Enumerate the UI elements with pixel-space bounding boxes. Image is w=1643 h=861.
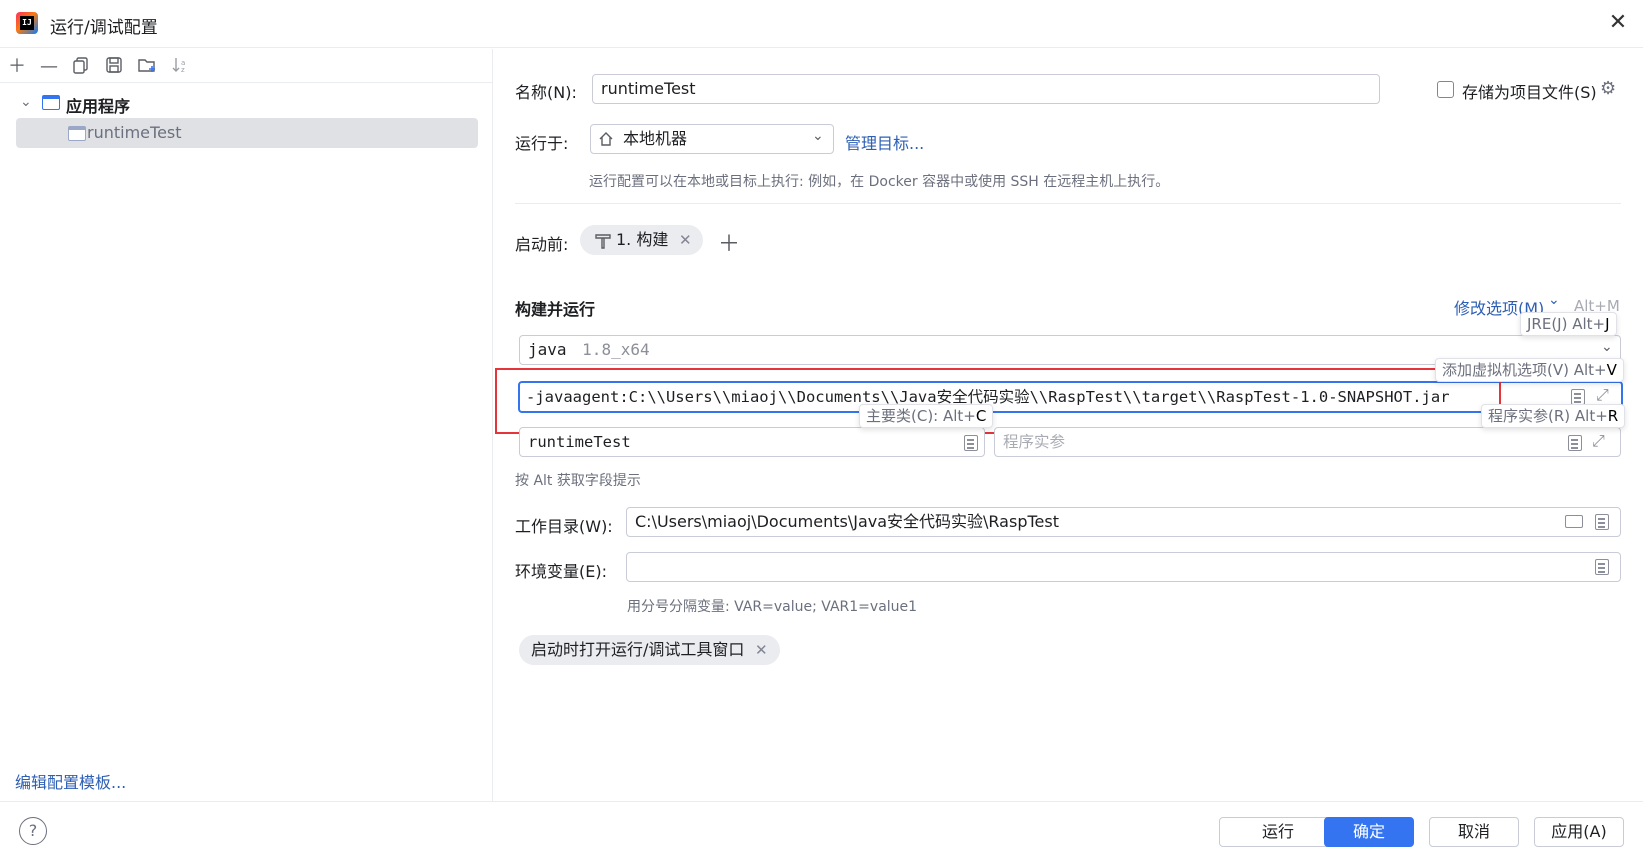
remove-option-icon[interactable]: ✕ (755, 641, 768, 659)
sort-icon[interactable]: az (169, 56, 191, 78)
section-divider (515, 203, 1621, 204)
vm-hint-text: 添加虚拟机选项(V) Alt+ (1442, 361, 1607, 379)
jre-name: java (528, 340, 567, 359)
store-as-file-label: 存储为项目文件(S) (1462, 83, 1597, 102)
main-class-field-hint: 主要类(C): Alt+C (859, 404, 994, 428)
gear-icon[interactable]: ⚙ (1600, 78, 1616, 99)
main-class-hint-key: C (975, 407, 987, 425)
document-icon[interactable] (964, 435, 978, 451)
help-icon[interactable]: ? (19, 817, 47, 845)
program-args-field-hint: 程序实参(R) Alt+R (1481, 404, 1626, 428)
add-icon[interactable]: ＋ (6, 56, 28, 78)
working-dir-input[interactable]: C:\Users\miaoj\Documents\Java安全代码实验\Rasp… (626, 507, 1621, 537)
remove-icon[interactable]: — (38, 56, 60, 78)
intellij-app-icon: IJ (16, 12, 38, 34)
before-launch-label: 启动前: (515, 235, 569, 254)
chevron-down-icon[interactable]: ⌄ (1548, 292, 1560, 308)
close-icon[interactable]: ✕ (1607, 12, 1629, 34)
title-bar (0, 0, 1643, 48)
program-args-hint-key: R (1607, 407, 1619, 425)
document-icon[interactable] (1595, 514, 1609, 530)
expand-icon[interactable]: ⤢ (1592, 431, 1605, 451)
document-icon[interactable] (1571, 389, 1585, 405)
main-class-input[interactable]: runtimeTest (519, 427, 985, 457)
program-args-hint-text: 程序实参(R) Alt+ (1488, 407, 1608, 425)
svg-text:z: z (181, 66, 185, 74)
store-as-file-checkbox[interactable] (1437, 81, 1454, 98)
vm-hint-key: V (1606, 361, 1617, 379)
add-task-icon[interactable]: ＋ (718, 226, 740, 258)
apply-button[interactable]: 应用(A) (1534, 817, 1624, 847)
build-hammer-icon (594, 232, 612, 254)
env-vars-label: 环境变量(E): (515, 562, 607, 581)
alt-hint: 按 Alt 获取字段提示 (515, 473, 641, 489)
vm-options-field-hint: 添加虚拟机选项(V) Alt+V (1435, 358, 1624, 382)
env-vars-input[interactable] (626, 552, 1621, 582)
annotation-red-box (495, 368, 1501, 434)
before-launch-task-label: 1. 构建 (616, 230, 669, 249)
jre-hint-text: JRE(J) Alt+ (1527, 315, 1606, 333)
chevron-down-icon[interactable]: ⌄ (812, 128, 824, 144)
folder-icon[interactable] (1565, 515, 1583, 528)
build-run-title: 构建并运行 (515, 300, 596, 319)
open-tool-window-chip[interactable]: 启动时打开运行/调试工具窗口 (519, 635, 780, 665)
main-class-hint-text: 主要类(C): Alt+ (866, 407, 976, 425)
window-title: 运行/调试配置 (50, 18, 158, 38)
configuration-tree-panel (0, 49, 493, 801)
manage-targets-link[interactable]: 管理目标... (845, 130, 924, 154)
toolbar-divider (0, 82, 493, 83)
run-button[interactable]: 运行 (1219, 817, 1337, 847)
chevron-down-icon[interactable]: ⌄ (1601, 339, 1613, 355)
remove-task-icon[interactable]: ✕ (679, 231, 692, 249)
jre-version: 1.8_x64 (582, 340, 650, 359)
jre-hint-key: J (1605, 315, 1610, 333)
copy-icon[interactable] (70, 56, 92, 78)
jre-field-hint: JRE(J) Alt+J (1520, 312, 1617, 336)
open-tool-window-label: 启动时打开运行/调试工具窗口 (531, 640, 745, 659)
cancel-button[interactable]: 取消 (1429, 817, 1519, 847)
name-input[interactable]: runtimeTest (592, 74, 1380, 104)
tree-item-label: runtimeTest (87, 123, 182, 142)
tree-group-application[interactable]: 应用程序 (66, 93, 130, 117)
home-icon (598, 131, 614, 151)
save-icon[interactable] (103, 56, 125, 78)
edit-templates-link[interactable]: 编辑配置模板... (15, 769, 126, 793)
new-folder-icon[interactable] (136, 56, 158, 78)
document-icon[interactable] (1595, 559, 1609, 575)
chevron-down-icon[interactable]: ⌄ (20, 94, 32, 110)
env-vars-hint: 用分号分隔变量: VAR=value; VAR1=value1 (627, 599, 918, 615)
run-on-label: 运行于: (515, 134, 569, 153)
run-on-hint: 运行配置可以在本地或目标上执行: 例如，在 Docker 容器中或使用 SSH … (589, 174, 1170, 190)
application-config-icon (68, 126, 86, 141)
document-icon[interactable] (1568, 435, 1582, 451)
run-on-select[interactable]: 本地机器 (590, 124, 834, 154)
program-args-input[interactable]: 程序实参 (994, 427, 1621, 457)
application-config-icon (42, 95, 60, 110)
ok-button[interactable]: 确定 (1324, 817, 1414, 847)
working-dir-label: 工作目录(W): (515, 517, 613, 536)
expand-icon[interactable]: ⤢ (1596, 385, 1609, 405)
name-label: 名称(N): (515, 83, 577, 102)
